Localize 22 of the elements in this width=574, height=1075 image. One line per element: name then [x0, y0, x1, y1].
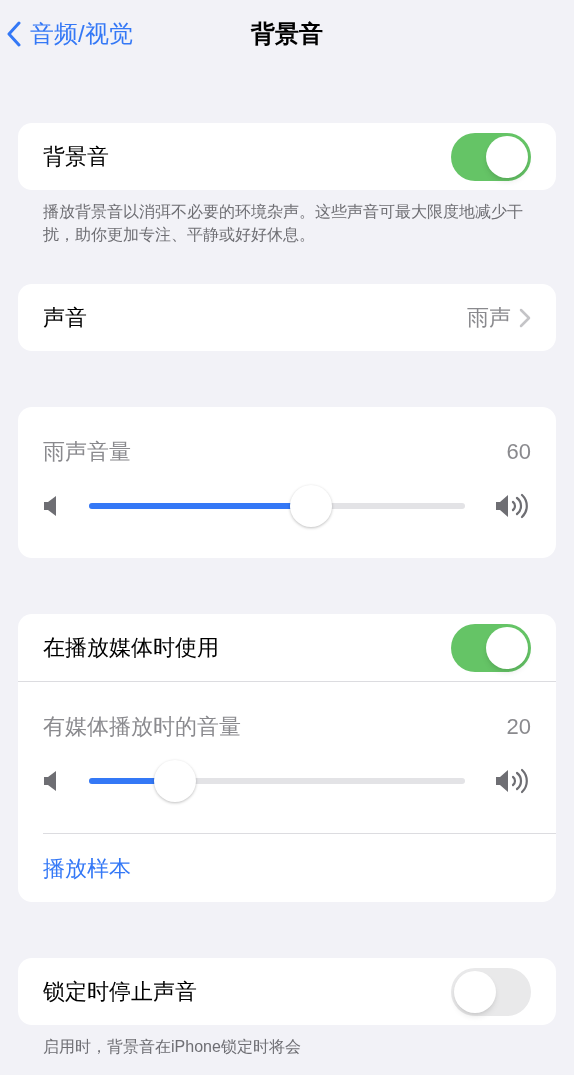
page-title: 背景音 [251, 19, 323, 49]
back-chevron-icon [6, 21, 22, 47]
speaker-icon [43, 495, 59, 517]
toggle-switch[interactable] [451, 132, 531, 181]
toggle-switch[interactable] [451, 967, 531, 1016]
slider-reading: 60 [506, 438, 531, 466]
row-label: 在播放媒体时使用 [43, 634, 219, 662]
slider-label: 雨声音量 [43, 438, 131, 466]
section-footer: 启用时，背景音在iPhone锁定时将会 [43, 1035, 544, 1058]
slider-reading: 20 [506, 713, 531, 741]
back-button[interactable]: 音频/视觉 [6, 16, 133, 52]
chevron-right-icon [519, 307, 531, 328]
row-label: 锁定时停止声音 [43, 978, 197, 1006]
sound-row[interactable]: 声音 雨声 [18, 284, 556, 351]
row-label: 背景音 [43, 143, 109, 171]
speaker-loud-icon [495, 768, 531, 794]
speaker-icon [43, 770, 59, 792]
toggle-switch[interactable] [451, 623, 531, 672]
play-sample-link[interactable]: 播放样本 [43, 851, 131, 885]
slider-label: 有媒体播放时的音量 [43, 713, 241, 741]
section-footer: 播放背景音以消弭不必要的环境杂声。这些声音可最大限度地减少干扰，助你更加专注、平静或好好休息。 [43, 200, 544, 246]
speaker-loud-icon [495, 493, 531, 519]
